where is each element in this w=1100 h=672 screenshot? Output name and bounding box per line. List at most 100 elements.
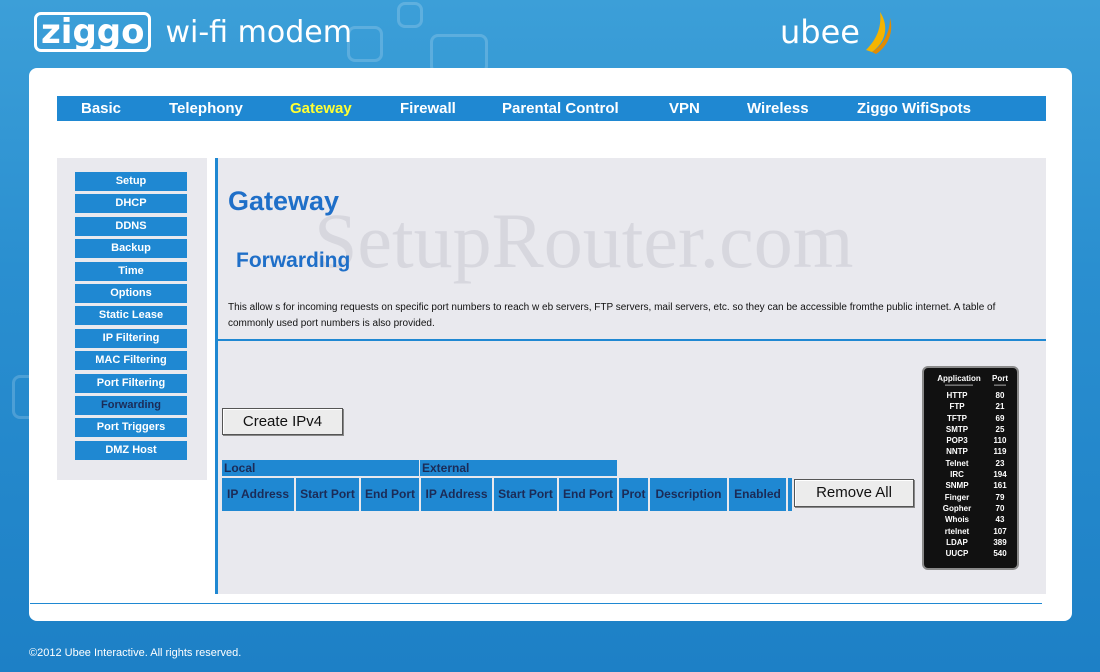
sidebar-item-forwarding[interactable]: Forwarding [75, 396, 187, 415]
sidebar-item-ddns[interactable]: DDNS [75, 217, 187, 236]
sidebar-item-port-triggers[interactable]: Port Triggers [75, 418, 187, 437]
port-reference-table: Application Port -------------- ------ H… [922, 366, 1019, 570]
port-reference-port: 23 [995, 458, 1005, 468]
group-header-local: Local [222, 460, 419, 476]
port-reference-row: Gopher 70 [926, 503, 1017, 514]
port-reference-row: Whois 43 [926, 514, 1017, 525]
nav-firewall[interactable]: Firewall [400, 100, 456, 117]
partner-logo: ubee [780, 10, 892, 54]
sidebar-item-port-filtering[interactable]: Port Filtering [75, 374, 187, 393]
port-reference-row: Finger 79 [926, 492, 1017, 503]
nav-gateway[interactable]: Gateway [290, 100, 352, 117]
separator-right: ------ [994, 383, 1006, 389]
main-card: Basic Telephony Gateway Firewall Parenta… [29, 68, 1072, 621]
port-reference-application: TFTP [947, 413, 967, 423]
sidebar-item-dmz-host[interactable]: DMZ Host [75, 441, 187, 460]
port-reference-application: Whois [945, 515, 969, 525]
port-reference-port: 389 [993, 537, 1007, 547]
brand-header: ziggo wi-fi modem [34, 10, 352, 54]
column-header-local-ip-address: IP Address [222, 478, 294, 511]
port-reference-port: 21 [995, 402, 1005, 412]
port-reference-row: HTTP 80 [926, 390, 1017, 401]
port-reference-row: IRC 194 [926, 469, 1017, 480]
ubee-logo: ubee [780, 13, 860, 51]
port-reference-row: FTP 21 [926, 401, 1017, 412]
page-description: This allow s for incoming requests on sp… [228, 302, 996, 329]
separator-left: -------------- [945, 383, 973, 389]
ubee-swoosh-icon [865, 12, 892, 54]
port-reference-application: IRC [950, 470, 964, 480]
nav-telephony[interactable]: Telephony [169, 100, 243, 117]
sidebar-item-mac-filtering[interactable]: MAC Filtering [75, 351, 187, 370]
sidebar-item-static-lease[interactable]: Static Lease [75, 306, 187, 325]
nav-wireless[interactable]: Wireless [747, 100, 809, 117]
product-name: wi-fi modem [165, 14, 352, 50]
column-header-external-start-port: Start Port [494, 478, 557, 511]
sidebar-item-options[interactable]: Options [75, 284, 187, 303]
background-decoration [347, 26, 383, 62]
port-reference-header: Application Port [924, 368, 1017, 383]
group-header-external: External [420, 460, 617, 476]
sidebar-item-dhcp[interactable]: DHCP [75, 194, 187, 213]
column-header-local-start-port: Start Port [296, 478, 359, 511]
background-decoration [397, 2, 423, 28]
column-header-spacer [788, 478, 792, 511]
port-reference-header-port: Port [992, 374, 1008, 383]
port-reference-application: UUCP [945, 549, 969, 559]
port-reference-application: FTP [949, 402, 965, 412]
port-reference-port: 69 [995, 413, 1005, 423]
footer-divider [30, 603, 1042, 604]
column-header-protocol: Prot [619, 478, 648, 511]
port-reference-port: 79 [995, 492, 1005, 502]
port-reference-row: TFTP 69 [926, 413, 1017, 424]
port-reference-port: 161 [993, 481, 1007, 491]
nav-ziggo-wifispots[interactable]: Ziggo WifiSpots [857, 100, 971, 117]
top-navigation: Basic Telephony Gateway Firewall Parenta… [57, 96, 1046, 121]
port-reference-row: SMTP 25 [926, 424, 1017, 435]
port-reference-row: SNMP 161 [926, 480, 1017, 491]
section-divider [218, 339, 1046, 341]
nav-parental-control[interactable]: Parental Control [502, 100, 619, 117]
port-reference-port: 107 [993, 526, 1007, 536]
port-reference-row: POP3 110 [926, 435, 1017, 446]
port-reference-application: Telnet [945, 458, 969, 468]
port-reference-row: rtelnet 107 [926, 526, 1017, 537]
port-reference-port: 43 [995, 515, 1005, 525]
port-reference-application: SNMP [945, 481, 969, 491]
port-reference-port: 194 [993, 470, 1007, 480]
port-reference-application: SMTP [945, 424, 969, 434]
port-reference-row: UUCP 540 [926, 548, 1017, 559]
port-reference-application: LDAP [946, 537, 968, 547]
port-reference-application: NNTP [946, 447, 968, 457]
sidebar-item-ip-filtering[interactable]: IP Filtering [75, 329, 187, 348]
watermark: SetupRouter.com [314, 197, 854, 284]
port-reference-port: 110 [993, 436, 1007, 446]
sidebar-item-setup[interactable]: Setup [75, 172, 187, 191]
column-header-description: Description [650, 478, 727, 511]
nav-vpn[interactable]: VPN [669, 100, 700, 117]
column-header-external-ip-address: IP Address [421, 478, 492, 511]
port-reference-port: 25 [995, 424, 1005, 434]
port-reference-application: Finger [944, 492, 970, 502]
port-reference-port: 540 [993, 549, 1007, 559]
port-reference-application: Gopher [942, 503, 972, 513]
column-header-local-end-port: End Port [361, 478, 419, 511]
port-reference-row: LDAP 389 [926, 537, 1017, 548]
sidebar: Setup DHCP DDNS Backup Time Options Stat… [57, 158, 207, 480]
nav-basic[interactable]: Basic [81, 100, 121, 117]
column-header-external-end-port: End Port [559, 478, 617, 511]
remove-all-button[interactable]: Remove All [794, 479, 914, 507]
column-header-enabled: Enabled [729, 478, 786, 511]
port-reference-row: Telnet 23 [926, 458, 1017, 469]
port-reference-port: 80 [995, 391, 1005, 400]
sidebar-item-time[interactable]: Time [75, 262, 187, 281]
port-reference-application: HTTP [946, 391, 968, 400]
port-reference-separator: -------------- ------ [924, 383, 1017, 389]
port-reference-application: rtelnet [944, 526, 970, 536]
port-reference-header-application: Application [937, 374, 981, 383]
create-ipv4-button[interactable]: Create IPv4 [222, 408, 343, 435]
port-reference-application: POP3 [946, 436, 968, 446]
port-reference-port: 119 [993, 447, 1007, 457]
sidebar-item-backup[interactable]: Backup [75, 239, 187, 258]
page-title: Gateway [228, 186, 340, 216]
